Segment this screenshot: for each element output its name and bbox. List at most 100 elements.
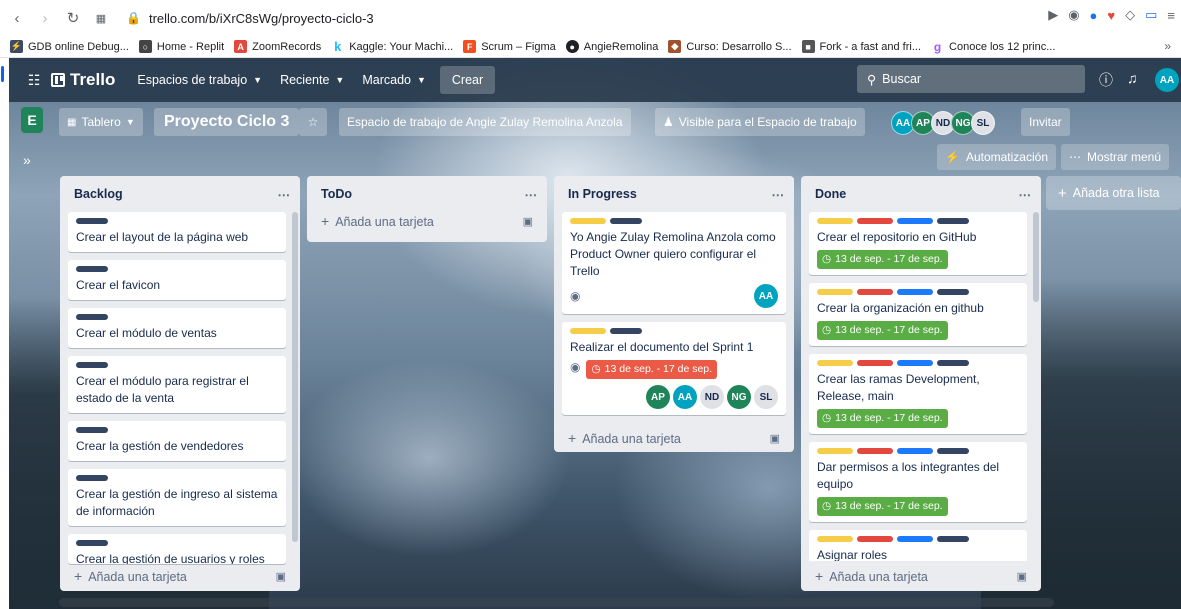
list-menu-icon[interactable]: ⋯ (772, 187, 785, 202)
bookmark-item[interactable]: ■ Fork - a fast and fri... (801, 40, 921, 53)
bookmark-item[interactable]: F Scrum – Figma (463, 40, 556, 53)
card-template-icon[interactable]: ▣ (770, 432, 780, 445)
forward-icon[interactable]: › (34, 7, 56, 29)
add-card-button[interactable]: + Añada una tarjeta ▣ (554, 423, 794, 453)
user-avatar[interactable]: AA (1155, 68, 1179, 92)
list-title[interactable]: ToDo (321, 187, 352, 201)
extension-shield-icon[interactable]: ● (1090, 8, 1098, 23)
card[interactable]: Crear el favicon (68, 260, 286, 300)
invite-button[interactable]: Invitar (1021, 108, 1070, 136)
menu-icon[interactable]: ≡ (1167, 8, 1175, 23)
list-title[interactable]: In Progress (568, 187, 637, 201)
label-blue (897, 289, 933, 295)
share-icon[interactable]: ▶ (1048, 7, 1058, 23)
card[interactable]: Crear el módulo de ventas (68, 308, 286, 348)
card[interactable]: Yo Angie Zulay Remolina Anzola como Prod… (562, 212, 786, 314)
board-view-switcher[interactable]: ▦ Tablero ▼ (59, 108, 143, 136)
card[interactable]: Crear la organización en github ◷ 13 de s… (809, 283, 1027, 346)
card-member-avatar[interactable]: NG (727, 385, 751, 409)
card-template-icon[interactable]: ▣ (276, 570, 286, 583)
trello-board-page: ☷ Trello Espacios de trabajo ▼ Reciente ▼ … (9, 58, 1181, 609)
reload-icon[interactable]: ↻ (62, 7, 84, 29)
bookmark-item[interactable]: ⚡ GDB online Debug... (10, 40, 129, 53)
apps-grid-icon[interactable]: ▦ (90, 7, 112, 29)
clock-icon: ◷ (822, 500, 832, 512)
star-board-button[interactable]: ☆ (299, 108, 327, 136)
label-blue (897, 218, 933, 224)
list-menu-icon[interactable]: ⋯ (525, 187, 538, 202)
extensions-icon[interactable]: ◇ (1125, 7, 1135, 23)
bookmark-item[interactable]: ○ Home - Replit (138, 40, 224, 53)
due-date-badge[interactable]: ◷ 13 de sep. - 17 de sep. (817, 409, 948, 428)
card-member-avatar[interactable]: AA (673, 385, 697, 409)
card-member-avatar[interactable]: SL (754, 385, 778, 409)
info-icon[interactable]: ⓘ (1099, 70, 1113, 90)
automation-button[interactable]: ⚡ Automatización (937, 144, 1056, 170)
card[interactable]: Asignar roles (809, 530, 1027, 561)
list-title[interactable]: Backlog (74, 187, 123, 201)
list-scrollbar[interactable] (292, 212, 298, 542)
list-scrollbar[interactable] (1033, 212, 1039, 302)
trello-header: ☷ Trello Espacios de trabajo ▼ Reciente ▼ … (9, 58, 1181, 102)
extension-heart-icon[interactable]: ♥ (1107, 8, 1115, 23)
app-switcher-icon[interactable]: ☷ (23, 69, 45, 91)
back-icon[interactable]: ‹ (6, 7, 28, 29)
add-card-button[interactable]: + Añada una tarjeta ▣ (60, 561, 300, 591)
add-list-button[interactable]: + Añada otra lista (1046, 176, 1181, 210)
menu-starred[interactable]: Marcado ▼ (362, 73, 426, 87)
due-date-badge[interactable]: ◷ 13 de sep. - 17 de sep. (817, 321, 948, 340)
list-menu-icon[interactable]: ⋯ (278, 187, 291, 202)
card-template-icon[interactable]: ▣ (1017, 570, 1027, 583)
left-edge-strip (0, 58, 9, 609)
bookmark-item[interactable]: k Kaggle: Your Machi... (331, 39, 453, 54)
card[interactable]: Crear el módulo para registrar el estado… (68, 356, 286, 413)
list-menu-icon[interactable]: ⋯ (1019, 187, 1032, 202)
bookmark-item[interactable]: ● AngieRemolina (565, 40, 658, 53)
due-date-badge[interactable]: ◷ 13 de sep. - 17 de sep. (586, 360, 718, 379)
visibility-button[interactable]: ♟ Visible para el Espacio de trabajo (655, 108, 865, 136)
chevron-down-icon: ▼ (253, 75, 263, 85)
add-card-button[interactable]: + Añada una tarjeta ▣ (307, 206, 547, 236)
search-input[interactable]: ⚲ Buscar (857, 65, 1085, 93)
card[interactable]: Realizar el documento del Sprint 1 ◉ ◷ 13 … (562, 322, 786, 415)
board-horizontal-scrollbar[interactable] (59, 598, 1054, 607)
card[interactable]: Crear el repositorio en GitHub ◷ 13 de se… (809, 212, 1027, 275)
card-template-icon[interactable]: ▣ (523, 215, 533, 228)
due-date-badge[interactable]: ◷ 13 de sep. - 17 de sep. (817, 250, 948, 269)
label-dark (610, 218, 642, 224)
card-member-avatar[interactable]: AP (646, 385, 670, 409)
bookmark-item[interactable]: ◆ Curso: Desarrollo S... (668, 40, 792, 53)
sidebar-icon[interactable]: ▭ (1145, 7, 1157, 23)
member-avatar[interactable]: SL (971, 111, 995, 135)
show-menu-button[interactable]: ⋯ Mostrar menú (1061, 144, 1170, 170)
due-date-badge[interactable]: ◷ 13 de sep. - 17 de sep. (817, 497, 948, 516)
card[interactable]: Crear la gestión de usuarios y roles (68, 534, 286, 564)
menu-workspaces[interactable]: Espacios de trabajo ▼ (137, 73, 262, 87)
workspace-link-button[interactable]: Espacio de trabajo de Angie Zulay Remoli… (339, 108, 631, 136)
list-title[interactable]: Done (815, 187, 846, 201)
bookmark-favicon-icon: ○ (138, 40, 152, 53)
notifications-bell-icon[interactable]: ♫ (1127, 70, 1138, 86)
trello-logo[interactable]: Trello (51, 70, 115, 90)
expand-sidebar-icon[interactable]: » (23, 152, 31, 168)
watching-eye-icon: ◉ (570, 288, 581, 303)
bookmark-item[interactable]: A ZoomRecords (234, 40, 321, 53)
card[interactable]: Dar permisos a los integrantes del equip… (809, 442, 1027, 522)
bookmarks-overflow-button[interactable]: » (1164, 39, 1171, 53)
add-card-button[interactable]: + Añada una tarjeta ▣ (801, 561, 1041, 591)
card[interactable]: Crear el layout de la página web (68, 212, 286, 252)
card[interactable]: Crear las ramas Development, Release, ma… (809, 354, 1027, 434)
bookmark-item[interactable]: g Conoce los 12 princ... (931, 40, 1055, 54)
screenshot-icon[interactable]: ◉ (1068, 7, 1079, 23)
create-button[interactable]: Crear (439, 66, 496, 94)
workspace-badge[interactable]: E (21, 107, 43, 133)
card[interactable]: Crear la gestión de vendedores (68, 421, 286, 461)
chevron-down-icon: ▼ (335, 75, 345, 85)
card-member-avatar[interactable]: ND (700, 385, 724, 409)
menu-recent[interactable]: Reciente ▼ (280, 73, 344, 87)
address-bar[interactable]: trello.com/b/iXrC8sWg/proyecto-ciclo-3 (149, 11, 374, 26)
card[interactable]: Crear la gestión de ingreso al sistema d… (68, 469, 286, 526)
card-member-avatar[interactable]: AA (754, 284, 778, 308)
bookmark-favicon-icon: A (234, 40, 248, 53)
board-title[interactable]: Proyecto Ciclo 3 (154, 108, 300, 136)
